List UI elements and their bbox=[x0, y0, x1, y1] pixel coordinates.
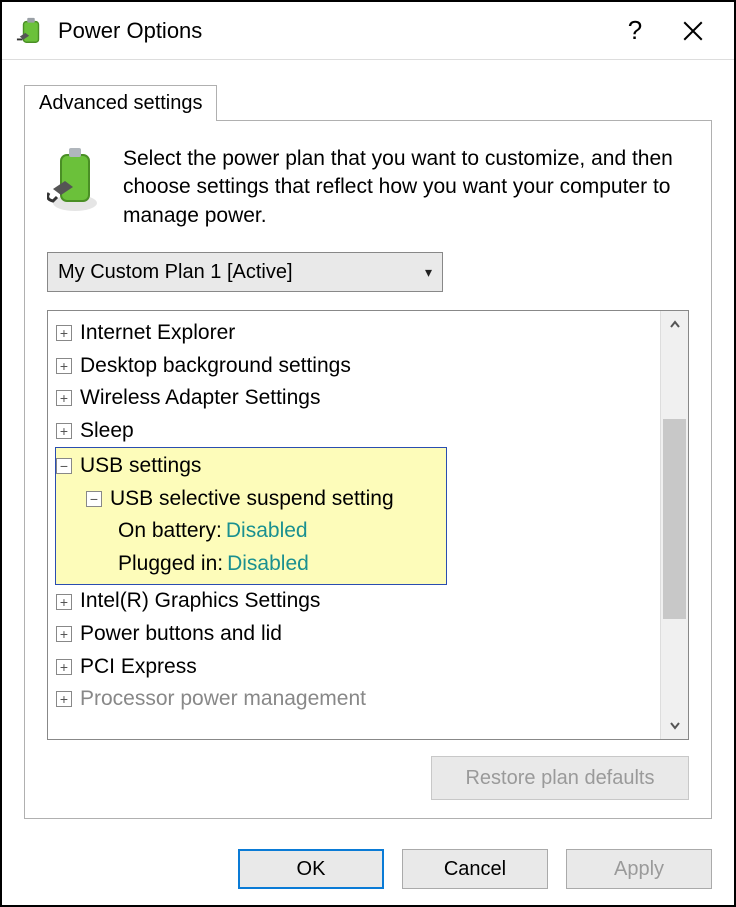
tab-panel: Select the power plan that you want to c… bbox=[24, 120, 712, 819]
cancel-button[interactable]: Cancel bbox=[402, 849, 548, 889]
tree-label: USB settings bbox=[80, 450, 201, 483]
scrollbar-track[interactable] bbox=[661, 339, 688, 711]
collapse-icon[interactable]: − bbox=[86, 491, 102, 507]
setting-label: Plugged in: bbox=[118, 548, 223, 581]
tree-item-usb-selective-suspend[interactable]: − USB selective suspend setting bbox=[56, 483, 446, 516]
power-options-window: Power Options ? Advanced settings bbox=[0, 0, 736, 907]
tree-label: Intel(R) Graphics Settings bbox=[80, 585, 320, 618]
expand-icon[interactable]: + bbox=[56, 325, 72, 341]
plan-dropdown-value: My Custom Plan 1 [Active] bbox=[58, 261, 425, 284]
tab-advanced-settings[interactable]: Advanced settings bbox=[24, 85, 217, 121]
tree-label: Power buttons and lid bbox=[80, 618, 282, 651]
restore-row: Restore plan defaults bbox=[47, 756, 689, 800]
tree-label: PCI Express bbox=[80, 651, 197, 684]
ok-button[interactable]: OK bbox=[238, 849, 384, 889]
settings-tree[interactable]: + Internet Explorer + Desktop background… bbox=[48, 311, 660, 739]
battery-large-icon bbox=[47, 145, 103, 215]
tree-item-pci-express[interactable]: + PCI Express bbox=[56, 651, 660, 684]
expand-icon[interactable]: + bbox=[56, 594, 72, 610]
expand-icon[interactable]: + bbox=[56, 358, 72, 374]
chevron-down-icon: ▾ bbox=[425, 264, 432, 281]
tree-label: Sleep bbox=[80, 415, 134, 448]
chevron-up-icon bbox=[669, 319, 681, 331]
intro-text: Select the power plan that you want to c… bbox=[123, 145, 689, 230]
tree-label: Processor power management bbox=[80, 683, 366, 716]
titlebar: Power Options ? bbox=[2, 2, 734, 60]
tree-item-intel-graphics[interactable]: + Intel(R) Graphics Settings bbox=[56, 585, 660, 618]
tree-item-sleep[interactable]: + Sleep bbox=[56, 415, 660, 448]
battery-plug-icon bbox=[16, 16, 46, 46]
setting-label: On battery: bbox=[118, 515, 222, 548]
scrollbar-thumb[interactable] bbox=[663, 419, 686, 619]
tree-label: USB selective suspend setting bbox=[110, 483, 394, 516]
settings-tree-container: + Internet Explorer + Desktop background… bbox=[47, 310, 689, 740]
usb-settings-highlight: − USB settings − USB selective suspend s… bbox=[55, 447, 447, 585]
chevron-down-icon bbox=[669, 719, 681, 731]
restore-defaults-button[interactable]: Restore plan defaults bbox=[431, 756, 689, 800]
scroll-up-button[interactable] bbox=[661, 311, 688, 339]
intro-row: Select the power plan that you want to c… bbox=[47, 145, 689, 230]
plan-dropdown[interactable]: My Custom Plan 1 [Active] ▾ bbox=[47, 252, 443, 292]
tree-item-desktop-background[interactable]: + Desktop background settings bbox=[56, 350, 660, 383]
client-area: Advanced settings Select the power plan … bbox=[2, 60, 734, 835]
expand-icon[interactable]: + bbox=[56, 659, 72, 675]
tree-label: Desktop background settings bbox=[80, 350, 351, 383]
expand-icon[interactable]: + bbox=[56, 390, 72, 406]
setting-on-battery[interactable]: On battery: Disabled bbox=[56, 515, 446, 548]
tree-item-usb-settings[interactable]: − USB settings bbox=[56, 450, 446, 483]
tree-label: Internet Explorer bbox=[80, 317, 235, 350]
help-button[interactable]: ? bbox=[606, 4, 664, 58]
scroll-down-button[interactable] bbox=[661, 711, 688, 739]
dialog-buttons: OK Cancel Apply bbox=[2, 835, 734, 905]
close-button[interactable] bbox=[664, 4, 722, 58]
expand-icon[interactable]: + bbox=[56, 423, 72, 439]
expand-icon[interactable]: + bbox=[56, 691, 72, 707]
expand-icon[interactable]: + bbox=[56, 626, 72, 642]
window-title: Power Options bbox=[58, 18, 606, 44]
setting-value[interactable]: Disabled bbox=[227, 548, 309, 581]
close-icon bbox=[683, 21, 703, 41]
collapse-icon[interactable]: − bbox=[56, 458, 72, 474]
setting-value[interactable]: Disabled bbox=[226, 515, 308, 548]
setting-plugged-in[interactable]: Plugged in: Disabled bbox=[56, 548, 446, 581]
tabstrip: Advanced settings bbox=[24, 78, 712, 120]
apply-button[interactable]: Apply bbox=[566, 849, 712, 889]
vertical-scrollbar[interactable] bbox=[660, 311, 688, 739]
tree-item-power-buttons-lid[interactable]: + Power buttons and lid bbox=[56, 618, 660, 651]
tree-item-internet-explorer[interactable]: + Internet Explorer bbox=[56, 317, 660, 350]
tree-item-processor-power[interactable]: + Processor power management bbox=[56, 683, 660, 716]
tree-item-wireless-adapter[interactable]: + Wireless Adapter Settings bbox=[56, 382, 660, 415]
tree-label: Wireless Adapter Settings bbox=[80, 382, 320, 415]
